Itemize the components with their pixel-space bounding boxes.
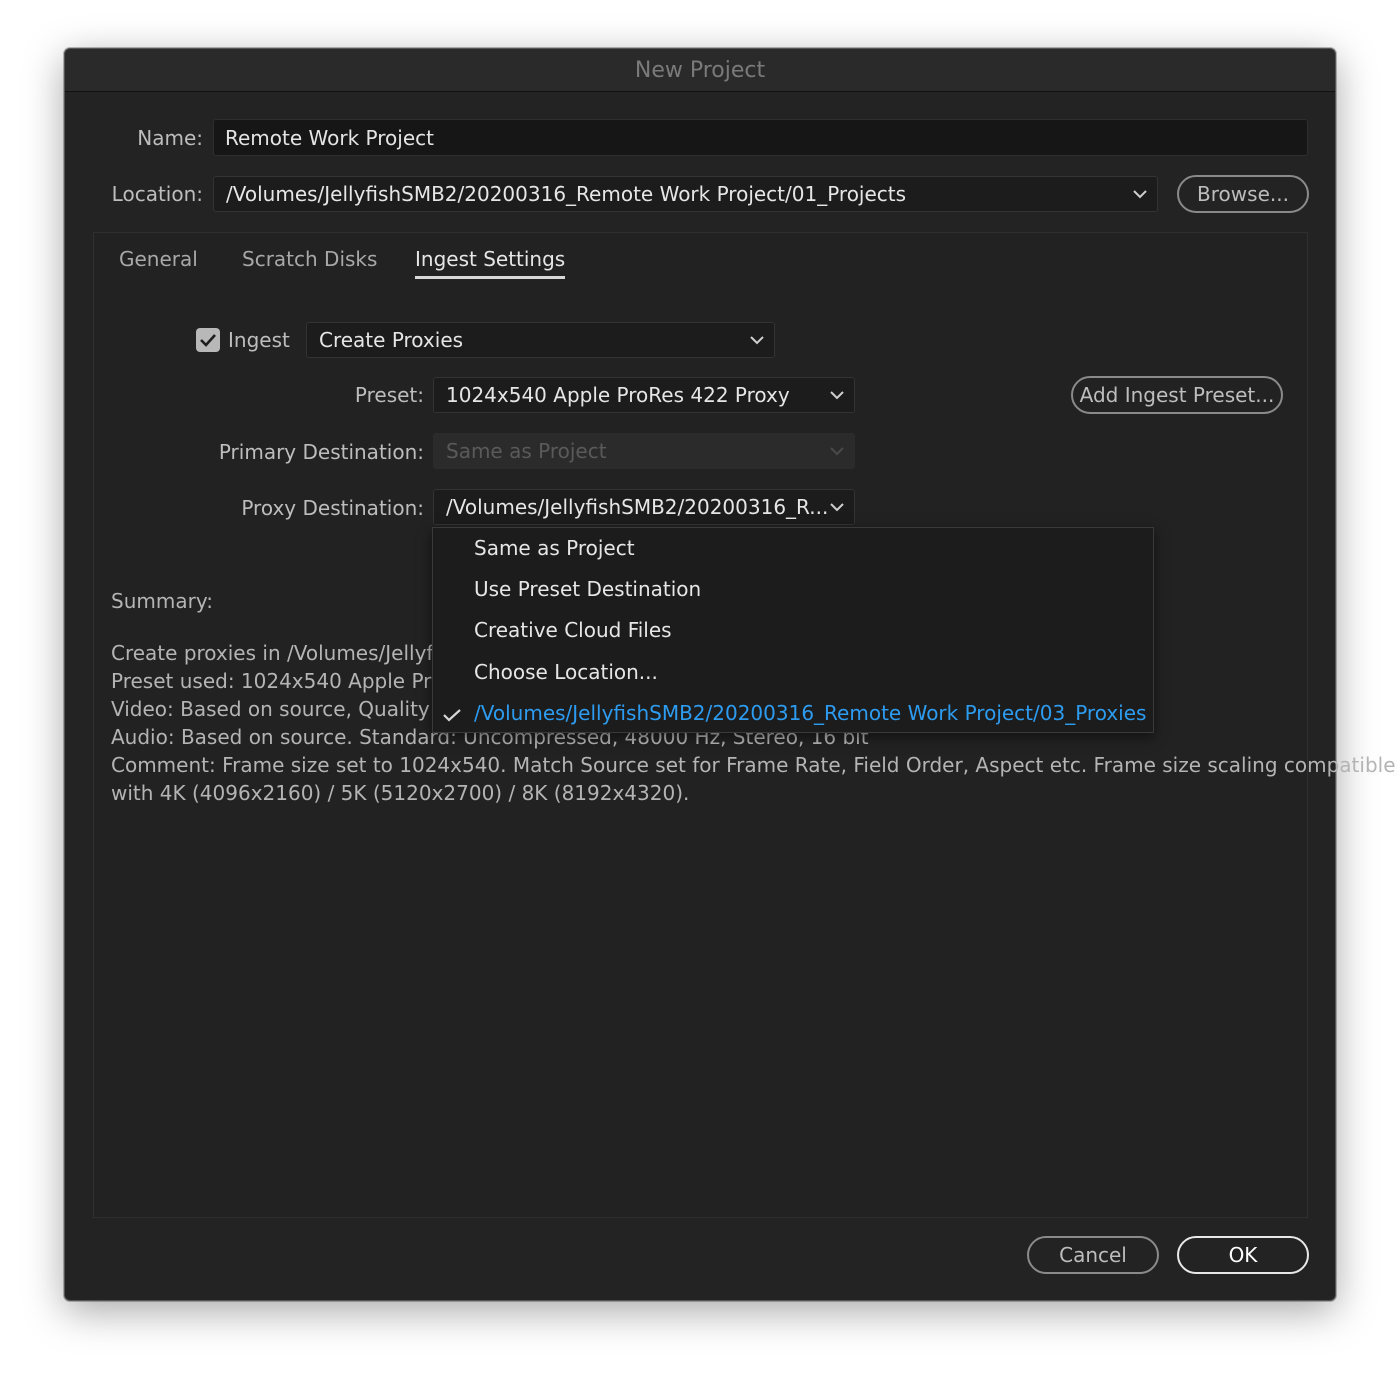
menu-item-proxies-path[interactable]: /Volumes/JellyfishSMB2/20200316_Remote W…: [474, 701, 1146, 725]
title-bar: New Project: [65, 49, 1335, 92]
browse-button[interactable]: Browse...: [1177, 175, 1309, 213]
dialog-title: New Project: [634, 57, 766, 83]
ok-button[interactable]: OK: [1177, 1236, 1309, 1274]
ingest-label: Ingest: [228, 328, 290, 352]
cancel-button[interactable]: Cancel: [1027, 1236, 1159, 1274]
chevron-down-icon: [830, 447, 844, 456]
summary-line: Video: Based on source, Quality 10: [111, 697, 462, 721]
summary-line: Preset used: 1024x540 Apple ProRe: [111, 669, 469, 693]
tab-ingest-settings[interactable]: Ingest Settings: [415, 247, 566, 279]
preset-dropdown[interactable]: 1024x540 Apple ProRes 422 Proxy: [433, 377, 855, 413]
name-input[interactable]: Remote Work Project: [213, 119, 1308, 156]
summary-line: Comment: Frame size set to 1024x540. Mat…: [111, 753, 1396, 777]
summary-heading: Summary:: [111, 589, 213, 613]
ingest-mode-value: Create Proxies: [319, 328, 464, 352]
location-dropdown[interactable]: /Volumes/JellyfishSMB2/20200316_Remote W…: [213, 176, 1158, 212]
preset-label: Preset:: [354, 383, 424, 407]
primary-destination-value: Same as Project: [446, 439, 607, 463]
proxy-destination-dropdown[interactable]: /Volumes/JellyfishSMB2/20200316_R...: [433, 489, 855, 525]
ingest-mode-dropdown[interactable]: Create Proxies: [306, 322, 775, 358]
chevron-down-icon: [750, 336, 764, 345]
checkmark-icon: [200, 334, 216, 347]
primary-destination-label: Primary Destination:: [218, 440, 424, 464]
new-project-dialog: New Project Name: Remote Work Project Lo…: [64, 48, 1396, 1301]
tab-general[interactable]: General: [119, 247, 198, 271]
ingest-checkbox[interactable]: [196, 328, 220, 352]
chevron-down-icon: [830, 503, 844, 512]
proxy-destination-menu: Same as Project Use Preset Destination C…: [432, 527, 1154, 733]
location-label: Location:: [111, 182, 203, 206]
checkmark-icon: [443, 709, 461, 722]
menu-item-use-preset-destination[interactable]: Use Preset Destination: [474, 577, 701, 601]
proxy-destination-value: /Volumes/JellyfishSMB2/20200316_R...: [446, 495, 829, 519]
summary-line: with 4K (4096x2160) / 5K (5120x2700) / 8…: [111, 781, 690, 805]
primary-destination-dropdown: Same as Project: [433, 433, 855, 469]
proxy-destination-label: Proxy Destination:: [241, 496, 424, 520]
chevron-down-icon: [1133, 190, 1147, 199]
name-label: Name:: [137, 126, 203, 150]
menu-item-same-as-project[interactable]: Same as Project: [474, 536, 635, 560]
location-value: /Volumes/JellyfishSMB2/20200316_Remote W…: [226, 182, 907, 206]
menu-item-creative-cloud-files[interactable]: Creative Cloud Files: [474, 618, 672, 642]
chevron-down-icon: [830, 391, 844, 400]
preset-value: 1024x540 Apple ProRes 422 Proxy: [446, 383, 790, 407]
summary-line: Create proxies in /Volumes/Jellyfish: [111, 641, 463, 665]
menu-item-choose-location[interactable]: Choose Location...: [474, 660, 658, 684]
tab-scratch-disks[interactable]: Scratch Disks: [242, 247, 377, 271]
add-ingest-preset-button[interactable]: Add Ingest Preset...: [1071, 376, 1283, 414]
